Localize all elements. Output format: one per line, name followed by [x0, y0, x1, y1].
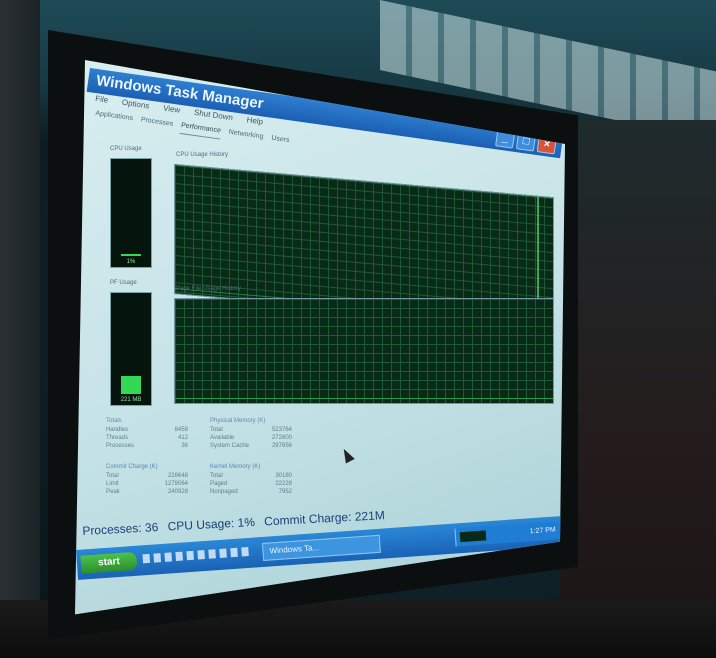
room-wall-right	[560, 120, 716, 658]
menu-view[interactable]: View	[162, 104, 181, 120]
menu-help[interactable]: Help	[245, 115, 264, 131]
stat-row: Total 523764	[210, 427, 292, 433]
cpu-history-label: CPU Usage History	[176, 152, 229, 158]
kernel-memory-title: Kernel Memory (K)	[210, 464, 261, 470]
stat-row: Total 30180	[210, 473, 292, 479]
pf-usage-fill	[121, 375, 141, 394]
cpu-tray-icon[interactable]	[459, 530, 487, 543]
status-cpu: CPU Usage: 1%	[167, 514, 256, 534]
stat-row: Total 226648	[106, 473, 188, 479]
system-tray: 1:27 PM	[454, 521, 561, 547]
commit-charge-title: Commit Charge (K)	[106, 464, 158, 470]
stat-row: Handles 8458	[106, 427, 188, 433]
start-button[interactable]: start	[80, 551, 138, 574]
quick-launch-icon[interactable]	[164, 552, 173, 562]
pf-history-baseline	[175, 398, 553, 399]
totals-panel: Totals Handles 8458 Threads 412 Processes 3…	[106, 418, 188, 450]
tab-users[interactable]: Users	[270, 135, 290, 149]
taskbar-task-manager-button[interactable]: Windows Ta...	[261, 534, 381, 561]
pf-usage-meter: 221 MB	[110, 292, 152, 406]
room-wall-left	[0, 0, 40, 658]
pf-history-graph	[174, 298, 554, 404]
stat-row: Processes 36	[106, 443, 188, 449]
menu-options[interactable]: Options	[121, 98, 150, 116]
stat-row: Peak 240928	[106, 489, 188, 495]
status-processes: Processes: 36	[82, 520, 159, 538]
projected-desktop: Windows Task Manager _ □ × File Options …	[75, 60, 565, 615]
stat-row: Threads 412	[106, 435, 188, 441]
pf-history-label: Page File Usage History	[176, 286, 241, 292]
quick-launch-icon[interactable]	[175, 551, 183, 562]
quick-launch-icon[interactable]	[241, 546, 249, 557]
stat-row: Limit 1279064	[106, 481, 188, 487]
quick-launch-icon[interactable]	[230, 547, 238, 558]
cpu-usage-readout: 1%	[126, 259, 136, 265]
quick-launch-icon[interactable]	[197, 550, 205, 560]
kernel-memory-panel: Kernel Memory (K) Total 30180 Paged 22228 …	[210, 464, 292, 496]
cpu-usage-fill	[121, 254, 141, 257]
cpu-usage-label: CPU Usage	[110, 146, 142, 152]
tray-clock[interactable]: 1:27 PM	[530, 526, 557, 535]
stat-row: Available 272600	[210, 435, 292, 441]
totals-title: Totals	[106, 418, 122, 424]
stat-row: Nonpaged 7952	[210, 489, 292, 495]
stat-row: Paged 22228	[210, 481, 292, 487]
menu-file[interactable]: File	[94, 94, 109, 110]
tab-processes[interactable]: Processes	[140, 116, 173, 132]
commit-charge-panel: Commit Charge (K) Total 226648 Limit 12790…	[106, 464, 188, 496]
physical-memory-panel: Physical Memory (K) Total 523764 Availabl…	[210, 418, 292, 450]
mouse-cursor-icon	[339, 446, 355, 464]
quick-launch-icon[interactable]	[186, 550, 194, 561]
pf-usage-label: PF Usage	[110, 280, 137, 286]
quick-launch	[142, 546, 249, 564]
quick-launch-icon[interactable]	[142, 553, 151, 564]
stat-row: System Cache 297656	[210, 443, 292, 449]
physical-memory-title: Physical Memory (K)	[210, 418, 266, 424]
status-commit: Commit Charge: 221M	[263, 508, 386, 529]
quick-launch-icon[interactable]	[208, 549, 216, 559]
cpu-usage-meter: 1%	[110, 158, 152, 268]
pf-usage-readout: 221 MB	[120, 397, 142, 403]
quick-launch-icon[interactable]	[153, 553, 162, 563]
quick-launch-icon[interactable]	[219, 548, 227, 558]
tab-networking[interactable]: Networking	[228, 129, 264, 146]
